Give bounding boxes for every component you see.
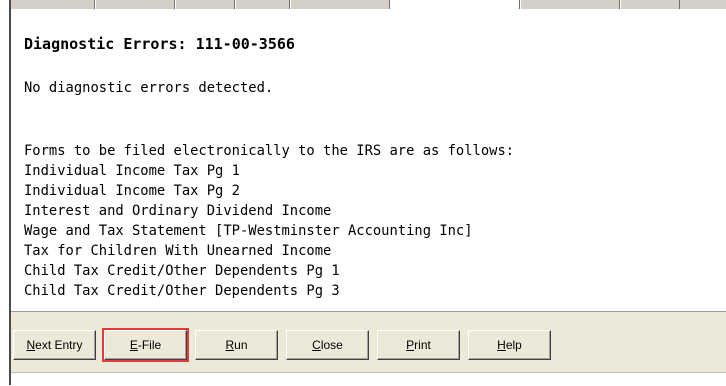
run-label: Run xyxy=(225,338,248,352)
tab-5[interactable] xyxy=(290,0,390,9)
tab-7[interactable] xyxy=(520,0,620,9)
form-item: Individual Income Tax Pg 1 xyxy=(24,163,240,179)
form-item: Interest and Ordinary Dividend Income xyxy=(24,203,332,219)
left-frame xyxy=(0,0,11,385)
status-bar xyxy=(11,372,726,386)
tab-3[interactable] xyxy=(175,0,235,9)
report-title: Diagnostic Errors: 111-00-3566 xyxy=(24,35,295,53)
forms-intro: Forms to be filed electronically to the … xyxy=(24,143,515,159)
form-item: Tax for Children With Unearned Income xyxy=(24,243,332,259)
form-item: Child Tax Credit/Other Dependents Pg 3 xyxy=(24,283,340,299)
tab-1[interactable] xyxy=(10,0,95,9)
form-item: Child Tax Credit/Other Dependents Pg 1 xyxy=(24,263,340,279)
tab-diagnostics[interactable] xyxy=(390,0,520,9)
next-entry-label: Next Entry xyxy=(26,338,83,352)
close-label: Close xyxy=(312,338,343,352)
e-file-button[interactable]: E-File xyxy=(102,328,189,362)
form-item: Wage and Tax Statement [TP-Westminster A… xyxy=(24,223,473,239)
help-label: Help xyxy=(497,338,522,352)
print-button[interactable]: Print xyxy=(377,330,460,360)
close-button[interactable]: Close xyxy=(286,330,369,360)
form-item: Individual Income Tax Pg 2 xyxy=(24,183,240,199)
e-file-label: E-File xyxy=(129,338,162,352)
help-button[interactable]: Help xyxy=(468,330,551,360)
status-message: No diagnostic errors detected. xyxy=(24,80,274,96)
tab-4[interactable] xyxy=(235,0,290,9)
diagnostics-report: Diagnostic Errors: 111-00-3566 No diagno… xyxy=(11,9,726,311)
tab-2[interactable] xyxy=(95,0,175,9)
next-entry-button[interactable]: Next Entry xyxy=(13,330,96,360)
tab-8[interactable] xyxy=(620,0,680,9)
button-bar: Next Entry E-File Run Close Print Help xyxy=(11,311,726,373)
run-button[interactable]: Run xyxy=(195,330,278,360)
print-label: Print xyxy=(406,338,431,352)
